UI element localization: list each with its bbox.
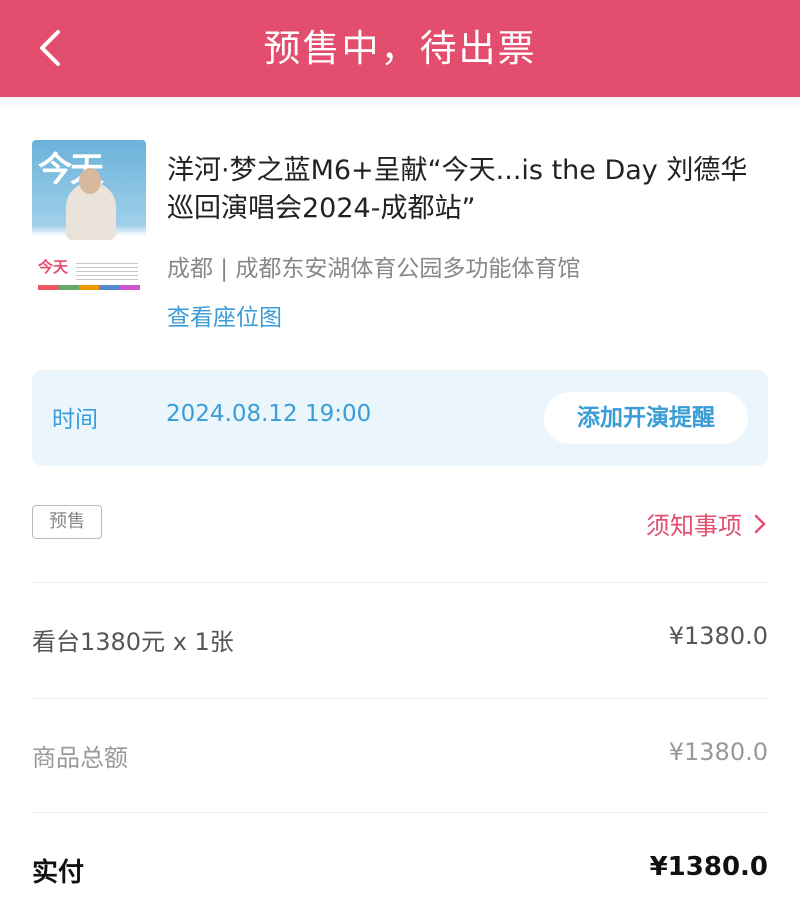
notice-link-label: 须知事项 [646, 512, 742, 540]
poster-logo-text: 今天 [38, 258, 69, 276]
header-shadow [0, 97, 800, 111]
divider [32, 812, 768, 813]
ticket-description: 看台1380元 x 1张 [32, 628, 234, 656]
notice-link[interactable]: 须知事项 [646, 506, 768, 541]
page-title: 预售中，待出票 [263, 27, 537, 70]
divider [32, 582, 768, 583]
paid-value: ¥1380.0 [649, 852, 768, 882]
divider [32, 698, 768, 699]
subtotal-label: 商品总额 [32, 744, 128, 772]
event-title: 洋河·梦之蓝M6+呈献“今天...is the Day 刘德华巡回演唱会2024… [167, 155, 748, 224]
add-reminder-button[interactable]: 添加开演提醒 [544, 392, 748, 444]
time-card: 时间 2024.08.12 19:00 添加开演提醒 [32, 370, 768, 466]
paid-label: 实付 [32, 858, 85, 888]
status-badge: 预售 [32, 505, 102, 539]
time-label: 时间 [52, 407, 98, 433]
poster-sponsor-strip [38, 285, 140, 290]
poster-fine-print [76, 260, 138, 282]
seat-map-link[interactable]: 查看座位图 [167, 298, 282, 332]
ticket-price: ¥1380.0 [668, 622, 768, 650]
poster-person-head [79, 168, 101, 194]
event-venue: 成都 | 成都东安湖体育公园多功能体育馆 [167, 256, 581, 282]
show-time-value: 2024.08.12 19:00 [166, 401, 372, 427]
header-bar: 预售中，待出票 [0, 0, 800, 97]
event-poster: 今天 今天 [32, 140, 146, 295]
chevron-right-icon [754, 514, 766, 533]
subtotal-value: ¥1380.0 [668, 738, 768, 766]
back-button[interactable] [30, 22, 80, 74]
chevron-left-icon [40, 30, 60, 66]
